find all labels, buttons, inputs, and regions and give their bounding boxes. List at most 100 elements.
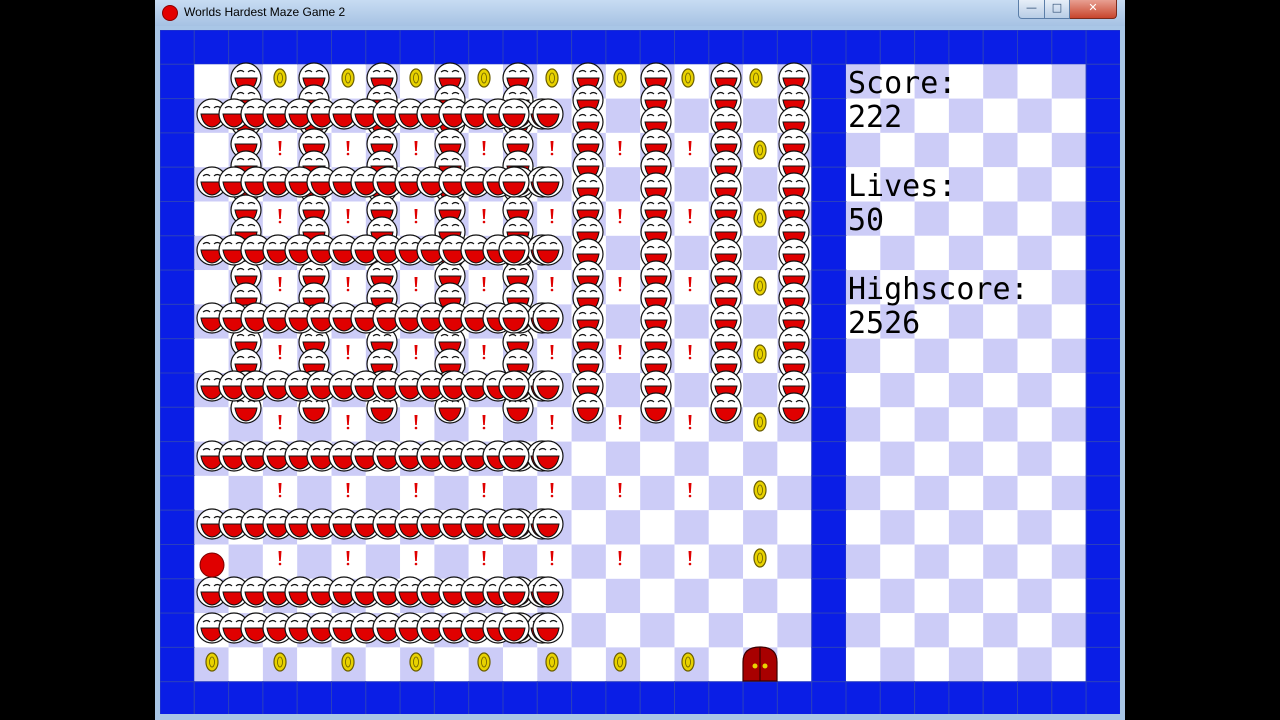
floor-tile — [434, 475, 469, 511]
floor-tile — [914, 578, 949, 614]
floor-tile — [846, 647, 881, 682]
game-canvas[interactable]: Score: 222 Lives: 50 Highscore: 2526 — [160, 30, 1120, 714]
wall-tile — [399, 681, 435, 714]
floor-tile — [914, 475, 949, 511]
floor-tile — [846, 613, 881, 648]
floor-tile — [194, 64, 229, 99]
floor-tile — [846, 578, 881, 614]
score-label: Score: — [848, 66, 956, 101]
floor-tile — [1017, 338, 1052, 373]
wall-tile — [914, 30, 950, 65]
floor-tile — [1017, 475, 1052, 511]
exit-door — [742, 646, 778, 682]
gold-coin — [545, 652, 559, 672]
floor-tile — [1017, 441, 1052, 476]
floor-tile — [1017, 64, 1052, 99]
floor-tile — [640, 441, 675, 476]
floor-tile — [948, 578, 984, 614]
player-ball[interactable] — [199, 552, 225, 578]
laughing-smiley-enemy — [532, 370, 564, 402]
gold-coin — [341, 68, 355, 88]
minimize-button[interactable]: — — [1018, 0, 1045, 19]
floor-tile — [640, 475, 675, 511]
gold-coin — [341, 652, 355, 672]
wall-tile — [879, 681, 916, 714]
floor-tile — [846, 441, 881, 476]
floor-tile — [674, 98, 709, 133]
floor-tile — [674, 613, 709, 648]
wall-tile — [1085, 201, 1120, 237]
wall-tile — [262, 30, 298, 65]
close-button[interactable]: ✕ — [1070, 0, 1117, 19]
floor-tile — [743, 613, 778, 648]
wall-tile — [1085, 63, 1120, 100]
gold-coin — [409, 68, 423, 88]
wall-tile — [571, 30, 607, 65]
wall-tile — [674, 30, 710, 65]
gold-coin — [477, 68, 491, 88]
floor-tile — [1017, 544, 1052, 579]
floor-tile — [537, 407, 572, 442]
maximize-button[interactable]: □ — [1045, 0, 1070, 19]
floor-tile — [262, 475, 298, 511]
floor-tile — [365, 647, 401, 682]
floor-tile — [1017, 613, 1052, 648]
floor-tile — [708, 578, 744, 614]
floor-tile — [914, 98, 949, 133]
gold-coin — [205, 652, 219, 672]
floor-tile — [846, 132, 881, 168]
floor-tile — [777, 441, 812, 476]
floor-tile — [1051, 338, 1087, 373]
laughing-smiley-enemy — [532, 302, 564, 334]
floor-tile — [948, 613, 984, 648]
floor-tile — [948, 235, 984, 271]
floor-tile — [880, 407, 915, 442]
floor-tile — [674, 270, 709, 305]
floor-tile — [228, 475, 263, 511]
floor-tile — [983, 98, 1018, 133]
red-ball-icon — [162, 5, 178, 21]
wall-tile — [914, 681, 950, 714]
lives-label: Lives: — [848, 169, 956, 204]
wall-tile — [982, 30, 1019, 65]
floor-tile — [880, 647, 915, 682]
floor-tile — [880, 613, 915, 648]
wall-tile — [468, 30, 504, 65]
wall-tile — [468, 681, 504, 714]
floor-tile — [365, 475, 401, 511]
wall-tile — [811, 201, 847, 237]
laughing-smiley-enemy — [498, 302, 530, 334]
floor-tile — [228, 647, 263, 682]
floor-tile — [468, 270, 503, 305]
floor-tile — [537, 544, 572, 579]
floor-tile — [948, 510, 984, 545]
floor-tile — [331, 270, 366, 305]
floor-tile — [846, 235, 881, 271]
laughing-smiley-enemy — [778, 392, 810, 424]
gold-coin — [681, 68, 695, 88]
wall-tile — [160, 681, 195, 714]
wall-tile — [811, 612, 847, 648]
wall-tile — [1085, 338, 1120, 374]
title-bar[interactable]: Worlds Hardest Maze Game 2 — □ ✕ — [155, 0, 1125, 26]
floor-tile — [914, 132, 949, 168]
floor-tile — [194, 475, 229, 511]
highscore-value: 2526 — [848, 306, 920, 341]
floor-tile — [262, 544, 298, 579]
wall-tile — [811, 235, 847, 271]
floor-tile — [503, 475, 538, 511]
wall-tile — [160, 544, 195, 580]
wall-tile — [1085, 612, 1120, 648]
laughing-smiley-enemy — [532, 98, 564, 130]
floor-tile — [880, 578, 915, 614]
floor-tile — [537, 338, 572, 373]
floor-tile — [571, 475, 606, 511]
wall-tile — [536, 681, 573, 714]
wall-tile — [1051, 681, 1087, 714]
wall-tile — [502, 681, 538, 714]
floor-tile — [571, 578, 606, 614]
floor-tile — [537, 270, 572, 305]
floor-tile — [571, 647, 606, 682]
floor-tile — [194, 407, 229, 442]
floor-tile — [640, 613, 675, 648]
